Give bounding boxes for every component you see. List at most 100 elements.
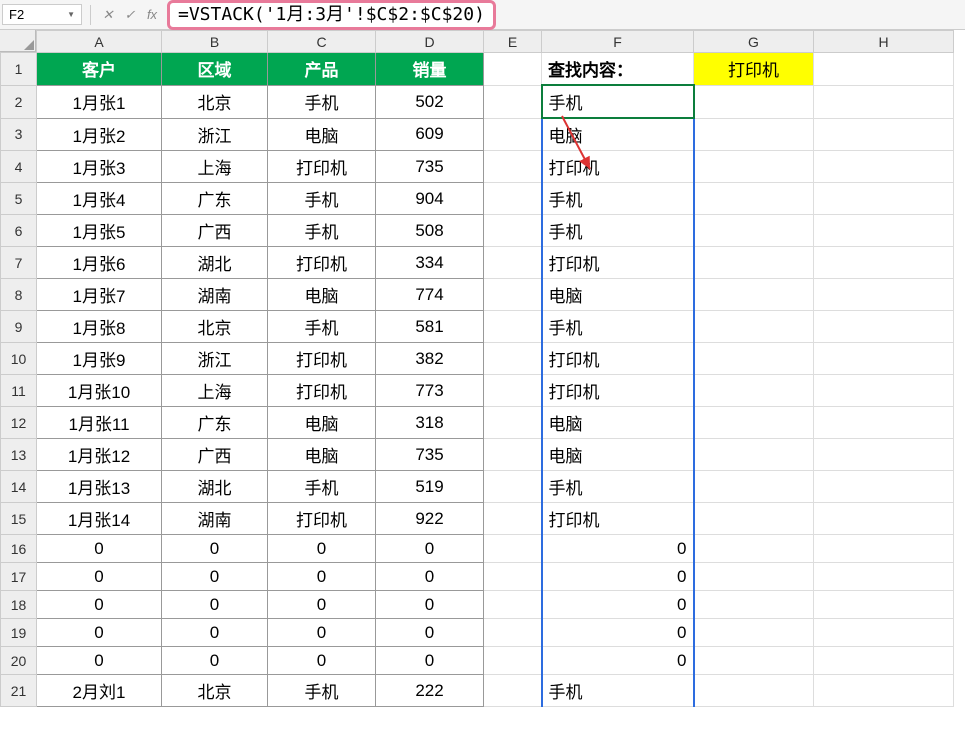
cell-C21[interactable]: 手机 xyxy=(268,675,376,707)
row-header-7[interactable]: 7 xyxy=(1,247,37,279)
cell-H15[interactable] xyxy=(814,503,954,535)
cell-H7[interactable] xyxy=(814,247,954,279)
formula-input[interactable]: =VSTACK('1月:3月'!$C$2:$C$20) xyxy=(163,0,965,30)
cell-F10[interactable]: 打印机 xyxy=(542,343,694,375)
cell-B11[interactable]: 上海 xyxy=(162,375,268,407)
cell-F5[interactable]: 手机 xyxy=(542,183,694,215)
cell-F14[interactable]: 手机 xyxy=(542,471,694,503)
cell-B16[interactable]: 0 xyxy=(162,535,268,563)
cell-B4[interactable]: 上海 xyxy=(162,151,268,183)
cell-A1[interactable]: 客户 xyxy=(37,53,162,86)
cell-G17[interactable] xyxy=(694,563,814,591)
cell-B3[interactable]: 浙江 xyxy=(162,118,268,151)
cell-A3[interactable]: 1月张2 xyxy=(37,118,162,151)
cell-F6[interactable]: 手机 xyxy=(542,215,694,247)
cell-E1[interactable] xyxy=(484,53,542,86)
column-header-D[interactable]: D xyxy=(376,31,484,53)
cell-A18[interactable]: 0 xyxy=(37,591,162,619)
column-header-G[interactable]: G xyxy=(694,31,814,53)
cell-C15[interactable]: 打印机 xyxy=(268,503,376,535)
cell-D21[interactable]: 222 xyxy=(376,675,484,707)
cell-F20[interactable]: 0 xyxy=(542,647,694,675)
cell-G10[interactable] xyxy=(694,343,814,375)
cell-D17[interactable]: 0 xyxy=(376,563,484,591)
name-box-dropdown-icon[interactable]: ▼ xyxy=(67,10,75,19)
cell-E8[interactable] xyxy=(484,279,542,311)
cell-H11[interactable] xyxy=(814,375,954,407)
cell-A9[interactable]: 1月张8 xyxy=(37,311,162,343)
column-header-F[interactable]: F xyxy=(542,31,694,53)
cell-E16[interactable] xyxy=(484,535,542,563)
cell-B5[interactable]: 广东 xyxy=(162,183,268,215)
cell-E19[interactable] xyxy=(484,619,542,647)
cell-C20[interactable]: 0 xyxy=(268,647,376,675)
column-header-E[interactable]: E xyxy=(484,31,542,53)
cell-F11[interactable]: 打印机 xyxy=(542,375,694,407)
cell-H12[interactable] xyxy=(814,407,954,439)
cell-C10[interactable]: 打印机 xyxy=(268,343,376,375)
cell-E15[interactable] xyxy=(484,503,542,535)
cell-A11[interactable]: 1月张10 xyxy=(37,375,162,407)
cell-H10[interactable] xyxy=(814,343,954,375)
enter-formula-button[interactable]: ✓ xyxy=(119,7,141,23)
cell-A16[interactable]: 0 xyxy=(37,535,162,563)
cell-C2[interactable]: 手机 xyxy=(268,85,376,118)
column-header-B[interactable]: B xyxy=(162,31,268,53)
cell-D18[interactable]: 0 xyxy=(376,591,484,619)
cell-D4[interactable]: 735 xyxy=(376,151,484,183)
cell-G16[interactable] xyxy=(694,535,814,563)
cell-F19[interactable]: 0 xyxy=(542,619,694,647)
row-header-13[interactable]: 13 xyxy=(1,439,37,471)
row-header-4[interactable]: 4 xyxy=(1,151,37,183)
cell-H8[interactable] xyxy=(814,279,954,311)
cell-F21[interactable]: 手机 xyxy=(542,675,694,707)
cell-G12[interactable] xyxy=(694,407,814,439)
row-header-9[interactable]: 9 xyxy=(1,311,37,343)
cell-D15[interactable]: 922 xyxy=(376,503,484,535)
cell-A7[interactable]: 1月张6 xyxy=(37,247,162,279)
cell-G7[interactable] xyxy=(694,247,814,279)
cell-A10[interactable]: 1月张9 xyxy=(37,343,162,375)
cell-B2[interactable]: 北京 xyxy=(162,85,268,118)
cell-F2[interactable]: 手机 xyxy=(542,85,694,118)
cell-G21[interactable] xyxy=(694,675,814,707)
cell-B9[interactable]: 北京 xyxy=(162,311,268,343)
cell-A15[interactable]: 1月张14 xyxy=(37,503,162,535)
cell-D12[interactable]: 318 xyxy=(376,407,484,439)
row-header-8[interactable]: 8 xyxy=(1,279,37,311)
column-header-H[interactable]: H xyxy=(814,31,954,53)
cell-E12[interactable] xyxy=(484,407,542,439)
cell-G14[interactable] xyxy=(694,471,814,503)
cell-D14[interactable]: 519 xyxy=(376,471,484,503)
cell-F16[interactable]: 0 xyxy=(542,535,694,563)
cell-D5[interactable]: 904 xyxy=(376,183,484,215)
cell-D10[interactable]: 382 xyxy=(376,343,484,375)
cell-A13[interactable]: 1月张12 xyxy=(37,439,162,471)
name-box[interactable]: F2 ▼ xyxy=(2,4,82,25)
cell-F8[interactable]: 电脑 xyxy=(542,279,694,311)
cell-G18[interactable] xyxy=(694,591,814,619)
cell-F7[interactable]: 打印机 xyxy=(542,247,694,279)
cell-G6[interactable] xyxy=(694,215,814,247)
row-header-2[interactable]: 2 xyxy=(1,85,37,118)
row-header-14[interactable]: 14 xyxy=(1,471,37,503)
cell-B17[interactable]: 0 xyxy=(162,563,268,591)
insert-function-button[interactable]: fx xyxy=(141,7,163,22)
cell-C16[interactable]: 0 xyxy=(268,535,376,563)
cell-B19[interactable]: 0 xyxy=(162,619,268,647)
cell-G3[interactable] xyxy=(694,118,814,151)
cell-D20[interactable]: 0 xyxy=(376,647,484,675)
row-header-5[interactable]: 5 xyxy=(1,183,37,215)
cell-A19[interactable]: 0 xyxy=(37,619,162,647)
row-header-21[interactable]: 21 xyxy=(1,675,37,707)
column-header-C[interactable]: C xyxy=(268,31,376,53)
cell-A4[interactable]: 1月张3 xyxy=(37,151,162,183)
cell-D9[interactable]: 581 xyxy=(376,311,484,343)
cell-H5[interactable] xyxy=(814,183,954,215)
cell-F3[interactable]: 电脑 xyxy=(542,118,694,151)
cell-C6[interactable]: 手机 xyxy=(268,215,376,247)
cell-C14[interactable]: 手机 xyxy=(268,471,376,503)
cell-H13[interactable] xyxy=(814,439,954,471)
cell-D13[interactable]: 735 xyxy=(376,439,484,471)
cell-H2[interactable] xyxy=(814,85,954,118)
